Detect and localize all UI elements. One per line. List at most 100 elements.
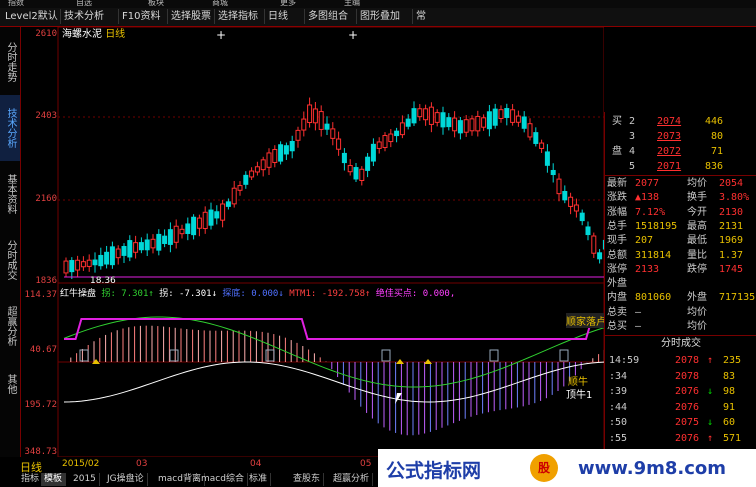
price-axis-label: 1836	[35, 276, 57, 286]
candle	[359, 168, 365, 182]
stat-row: 涨跌 ▲138 换手 3.80%	[607, 192, 750, 204]
order-book-row: 3 2073 80	[629, 131, 724, 142]
bottom-tab-macd-all[interactable]: macd综合	[198, 473, 248, 486]
candle	[417, 108, 423, 118]
candle	[196, 217, 202, 229]
stat-row: 现手 207 最低 1969	[607, 235, 744, 247]
tab-technical[interactable]: 技术分析	[0, 95, 20, 161]
candle	[237, 185, 243, 191]
candle	[295, 129, 301, 141]
bottom-tab-jg[interactable]: JG操盘论	[104, 473, 148, 486]
x-axis-label: 05	[360, 459, 372, 469]
candle	[573, 204, 579, 212]
candle	[202, 211, 208, 230]
top-item[interactable]: 商城	[212, 0, 228, 8]
chart-title: 海螺水泥 日线	[62, 25, 125, 40]
signal-box	[489, 349, 499, 362]
candle	[75, 259, 81, 271]
candle	[475, 115, 481, 132]
bottom-tab-template[interactable]: 模板	[41, 473, 67, 486]
top-item[interactable]: 自选	[76, 0, 92, 8]
candle	[336, 138, 342, 150]
candle	[440, 112, 446, 128]
price-low-label: 18.36	[90, 276, 116, 286]
tab-fundamental[interactable]: 基本资料	[0, 161, 20, 227]
menu-tech-analysis[interactable]: 技术分析	[60, 9, 107, 24]
candle	[231, 187, 237, 205]
menu-more[interactable]: 常	[412, 9, 429, 24]
tab-ticks[interactable]: 分时成交	[0, 227, 20, 293]
candle	[318, 111, 324, 130]
menu-daily[interactable]: 日线	[264, 9, 291, 24]
candle	[109, 246, 115, 266]
candle	[568, 196, 574, 207]
candle	[591, 235, 597, 254]
tick-row: 14:59 2078 ↑ 235	[609, 355, 742, 366]
bottom-tab-shareholders[interactable]: 查股东	[290, 473, 325, 486]
tab-other[interactable]: 其他	[0, 359, 20, 409]
candle	[289, 140, 295, 152]
candle	[533, 132, 539, 144]
candle	[179, 228, 185, 235]
indicator-axis-label: 348.73	[24, 447, 57, 457]
banner-text: 公式指标网	[386, 460, 482, 482]
candle	[394, 130, 400, 137]
marker-plus: +	[216, 28, 226, 42]
candle	[463, 119, 469, 133]
stat-row: 总手 1518195 最高 2131	[607, 220, 744, 232]
top-item[interactable]: 更多	[280, 0, 296, 8]
candle	[278, 144, 284, 162]
candle	[515, 115, 521, 123]
candle	[150, 238, 156, 249]
chart-canvas[interactable]: + +	[20, 27, 604, 457]
top-item[interactable]: 指数	[8, 0, 24, 8]
candle	[504, 108, 510, 118]
candle	[469, 118, 475, 132]
candle	[597, 252, 603, 260]
candle	[249, 170, 255, 178]
candle	[80, 261, 86, 268]
bottom-tab-standard[interactable]: 标准	[246, 473, 272, 486]
stat-row: 总买 — 均价	[607, 321, 707, 332]
menu-f10[interactable]: F10资料	[118, 9, 163, 24]
top-item[interactable]: 主编	[344, 0, 360, 8]
candle	[185, 223, 191, 234]
stock-name: 海螺水泥	[62, 29, 102, 40]
watermark-banner: 公式指标网 股 www.9m8.com	[378, 449, 756, 487]
bottom-tab-chaoying[interactable]: 超赢分析	[330, 473, 374, 486]
candle	[347, 165, 353, 173]
candle	[243, 174, 249, 185]
stat-row: 涨停 2133 跌停 1745	[607, 263, 744, 275]
signal-box	[169, 349, 179, 362]
candle	[63, 260, 69, 274]
tab-chaoying[interactable]: 超赢分析	[0, 293, 20, 359]
candle	[544, 151, 550, 166]
menu-select-indicator[interactable]: 选择指标	[214, 9, 261, 24]
candle	[521, 116, 527, 129]
candle	[312, 108, 318, 124]
menu-overlay[interactable]: 图形叠加	[356, 9, 403, 24]
candle	[121, 245, 127, 256]
candle	[92, 259, 98, 266]
tab-intraday[interactable]: 分时走势	[0, 29, 20, 95]
signal-box	[559, 349, 569, 362]
candle	[307, 104, 313, 124]
indicator-name[interactable]: 红牛操盘	[60, 289, 96, 299]
top-item[interactable]: 板块	[148, 0, 164, 8]
candle	[330, 128, 336, 139]
x-axis-label: 03	[136, 459, 148, 469]
candle	[104, 251, 110, 265]
mouse-cursor-icon	[395, 393, 407, 404]
candle	[492, 108, 498, 126]
candle	[556, 178, 562, 195]
candle	[138, 242, 144, 251]
candle	[527, 123, 533, 138]
bottom-tab-2015[interactable]: 2015	[70, 473, 100, 486]
candle	[562, 190, 568, 201]
candle	[365, 156, 371, 171]
indicator-axis-label: 195.72	[24, 400, 57, 410]
menu-multi-chart[interactable]: 多图组合	[304, 9, 351, 24]
bottom-tab-indicator[interactable]: 指标	[18, 473, 44, 486]
menu-select-stock[interactable]: 选择股票	[167, 9, 214, 24]
menu-level2[interactable]: Level2默认	[2, 9, 61, 24]
